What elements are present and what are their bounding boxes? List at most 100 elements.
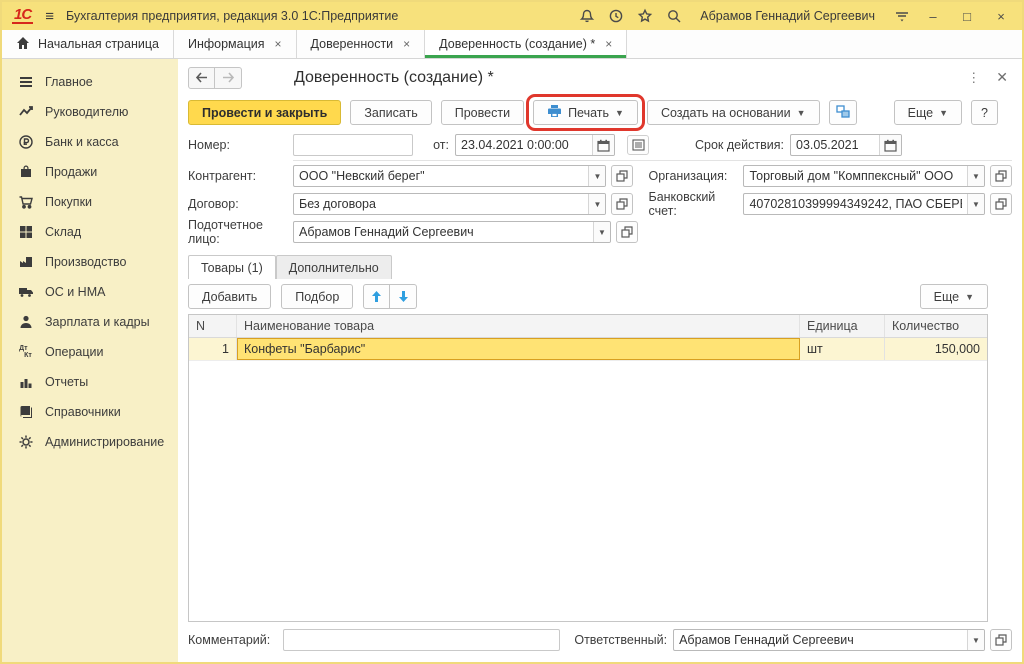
open-organization-button[interactable] [990,165,1012,187]
move-down-button[interactable] [390,284,417,309]
post-and-close-button[interactable]: Провести и закрыть [188,100,341,125]
tab-home[interactable]: Начальная страница [2,30,174,58]
forward-button[interactable] [215,67,242,89]
tab-label: Информация [188,37,265,51]
add-row-button[interactable]: Добавить [188,284,271,309]
sidebar-item-administration[interactable]: Администрирование [2,427,178,457]
sidebar-item-label: Операции [45,345,103,359]
column-header-name[interactable]: Наименование товара [237,315,800,337]
items-table: N Наименование товара Единица Количество… [188,314,988,622]
comment-input[interactable] [283,629,560,651]
dropdown-icon-button[interactable]: ▼ [967,630,984,650]
tab-label: Доверенности [311,37,394,51]
close-tab-icon[interactable]: × [605,37,612,51]
app-window: 1С ≡ Бухгалтерия предприятия, редакция 3… [0,0,1024,664]
organization-input[interactable] [744,166,967,186]
responsible-label: Ответственный: [574,633,667,647]
open-list-icon-button[interactable] [627,135,649,155]
sidebar-item-reports[interactable]: Отчеты [2,367,178,397]
organization-field: ▼ [743,165,985,187]
maximize-button[interactable]: □ [956,9,978,24]
accountable-person-label: Подотчетное лицо: [188,218,293,246]
calendar-icon-button[interactable] [879,135,901,155]
create-based-on-button[interactable]: Создать на основании▼ [647,100,820,125]
current-user[interactable]: Абрамов Геннадий Сергеевич [700,9,875,23]
dropdown-icon-button[interactable]: ▼ [588,166,605,186]
dropdown-icon-button[interactable]: ▼ [593,222,610,242]
sidebar-item-sales[interactable]: Продажи [2,157,178,187]
sidebar-item-references[interactable]: Справочники [2,397,178,427]
sidebar-item-bank-cash[interactable]: Банк и касса [2,127,178,157]
tab-goods[interactable]: Товары (1) [188,255,276,279]
form-title: Доверенность (создание) * [294,69,494,87]
kebab-menu-icon[interactable]: ⋮ [967,72,980,83]
open-accountable-person-button[interactable] [616,221,638,243]
accountable-person-input[interactable] [294,222,593,242]
sidebar-item-manager[interactable]: Руководителю [2,97,178,127]
open-contract-button[interactable] [611,193,633,215]
calendar-icon-button[interactable] [592,135,614,155]
minimize-button[interactable]: – [922,9,944,24]
column-header-unit[interactable]: Единица [800,315,885,337]
main-menu-icon[interactable]: ≡ [45,9,54,24]
bank-account-input[interactable] [744,194,967,214]
cell-quantity[interactable]: 150,000 [885,338,987,360]
back-button[interactable] [188,67,215,89]
open-bank-account-button[interactable] [990,193,1012,215]
truck-icon [17,284,34,301]
items-more-button[interactable]: Еще▼ [920,284,988,309]
dropdown-icon-button[interactable]: ▼ [588,194,605,214]
dropdown-icon-button[interactable]: ▼ [967,166,984,186]
column-header-qty[interactable]: Количество [885,315,987,337]
cell-item-name-selected[interactable]: Конфеты "Барбарис" [237,338,800,360]
tab-additional[interactable]: Дополнительно [276,255,392,279]
sidebar-item-fixed-assets[interactable]: ОС и НМА [2,277,178,307]
responsible-input[interactable] [674,630,967,650]
notifications-bell-icon[interactable] [578,8,595,25]
counterparty-input[interactable] [294,166,588,186]
date-input[interactable] [456,135,592,155]
close-tab-icon[interactable]: × [403,37,410,51]
number-input[interactable] [293,134,413,156]
contract-input[interactable] [294,194,588,214]
favorites-star-icon[interactable] [636,8,653,25]
pick-button[interactable]: Подбор [281,284,353,309]
sidebar-item-main[interactable]: Главное [2,67,178,97]
document-form: Доверенность (создание) * ⋮ ✕ Провести и… [178,59,1022,662]
tab-powers-of-attorney[interactable]: Доверенности × [297,30,426,58]
valid-until-input[interactable] [791,135,879,155]
related-documents-button[interactable] [829,100,857,125]
settings-menu-icon[interactable] [893,8,910,25]
sidebar-item-production[interactable]: Производство [2,247,178,277]
open-responsible-button[interactable] [990,629,1012,651]
cell-unit[interactable]: шт [800,338,885,360]
tab-power-of-attorney-create[interactable]: Доверенность (создание) * × [425,30,627,58]
responsible-field: ▼ [673,629,985,651]
history-icon[interactable] [607,8,624,25]
grid-boxes-icon [17,224,34,241]
post-button[interactable]: Провести [441,100,524,125]
table-empty-area[interactable] [189,361,987,621]
close-window-button[interactable]: × [990,9,1012,24]
dropdown-icon-button[interactable]: ▼ [967,194,984,214]
column-header-n[interactable]: N [189,315,237,337]
close-form-icon[interactable]: ✕ [996,69,1008,86]
factory-icon [17,254,34,271]
save-button[interactable]: Записать [350,100,431,125]
move-up-button[interactable] [363,284,390,309]
tab-information[interactable]: Информация × [174,30,297,58]
search-icon[interactable] [665,8,682,25]
cell-row-number[interactable]: 1 [189,338,237,360]
print-button[interactable]: Печать ▼ [533,100,638,125]
close-tab-icon[interactable]: × [275,37,282,51]
sidebar-item-salary-hr[interactable]: Зарплата и кадры [2,307,178,337]
sidebar-item-operations[interactable]: ДтКт Операции [2,337,178,367]
nav-buttons [188,67,242,89]
help-button[interactable]: ? [971,100,998,125]
open-counterparty-button[interactable] [611,165,633,187]
sidebar-item-warehouse[interactable]: Склад [2,217,178,247]
trend-chart-icon [17,104,34,121]
row-accountable-person: Подотчетное лицо: ▼ [188,218,1012,246]
more-button[interactable]: Еще▼ [894,100,962,125]
sidebar-item-purchases[interactable]: Покупки [2,187,178,217]
